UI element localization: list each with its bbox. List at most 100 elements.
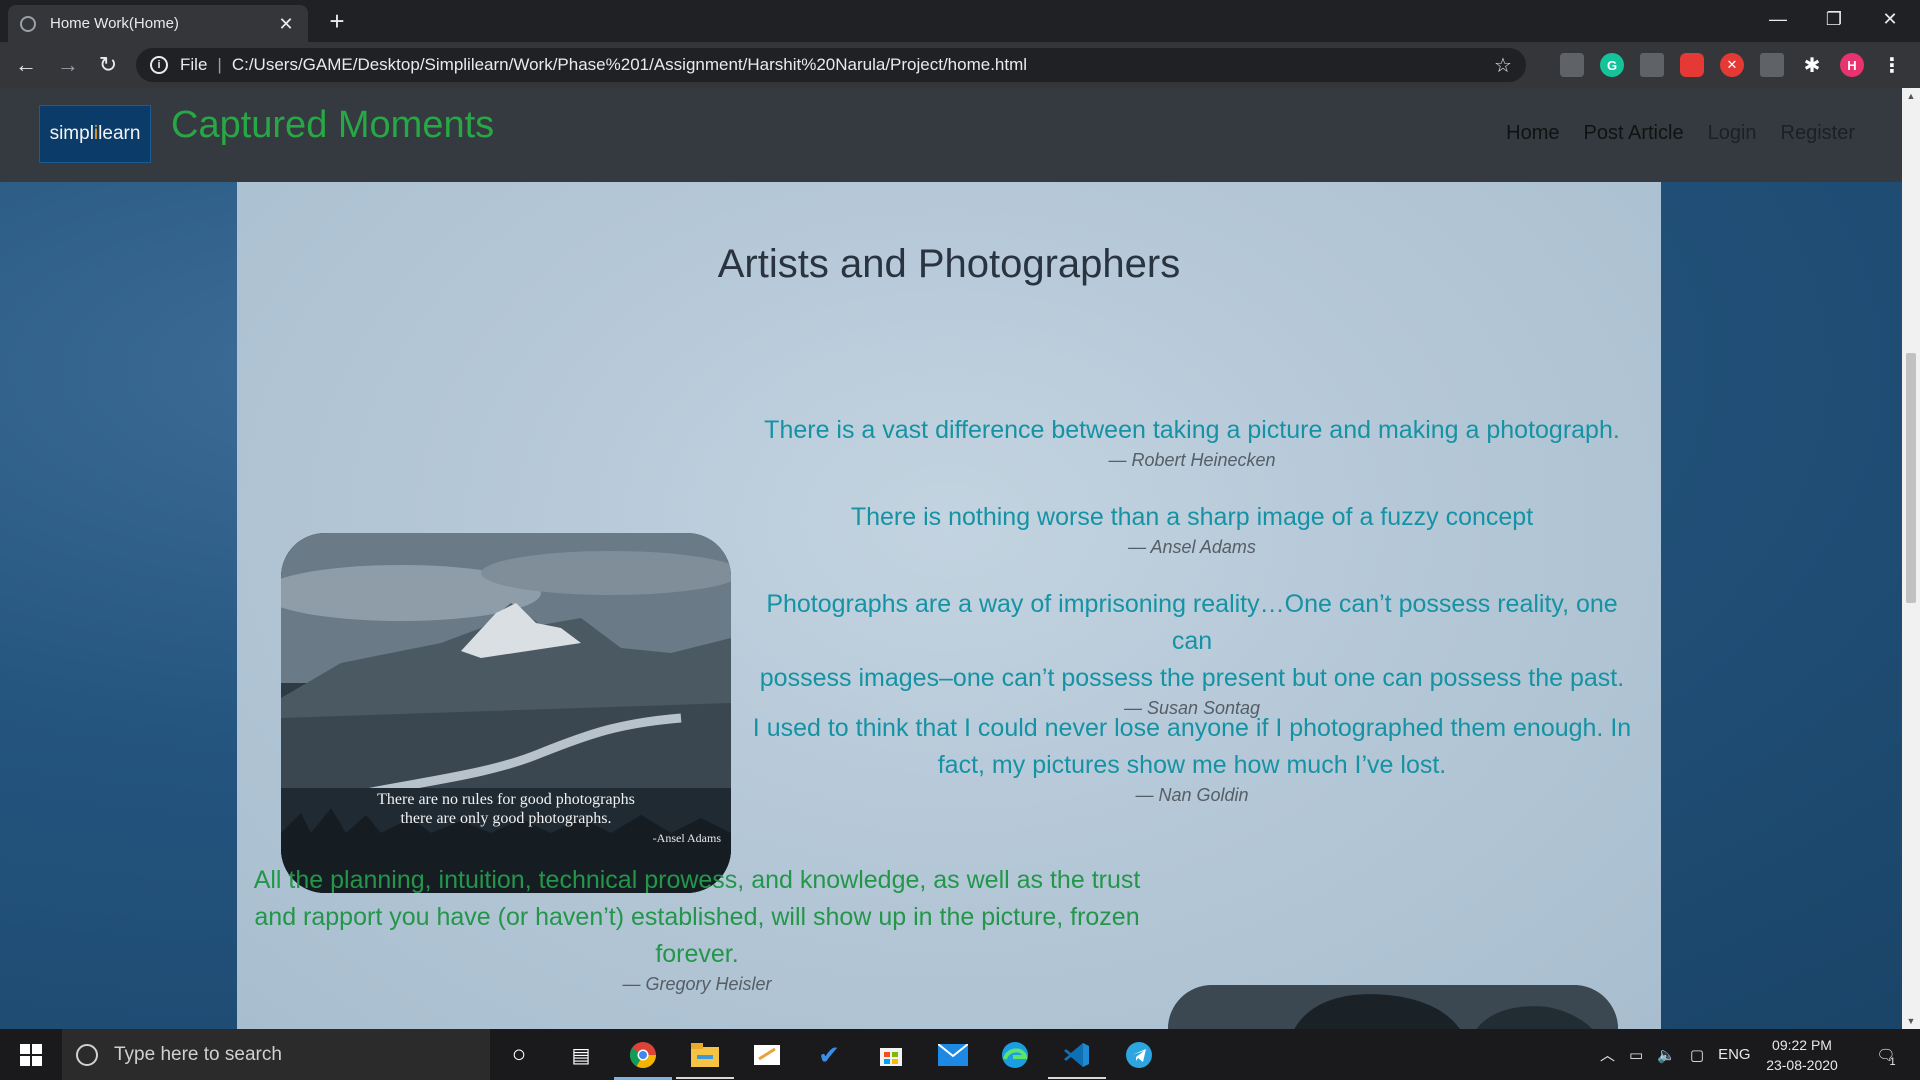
quote-text-line-1: I used to think that I could never lose … xyxy=(752,714,1632,742)
portrait-photo xyxy=(1168,985,1618,1029)
quote-text-line-2: fact, my pictures show me how much I’ve … xyxy=(937,751,1447,779)
clock-date: 23-08-2020 xyxy=(1766,1057,1838,1073)
site-brand-name[interactable]: Captured Moments xyxy=(171,104,494,147)
globe-icon xyxy=(20,15,36,32)
minimize-button[interactable]: — xyxy=(1750,0,1806,38)
reload-icon: ↻ xyxy=(98,52,118,77)
taskbar-clock[interactable]: 09:22 PM 23-08-2020 xyxy=(1760,1035,1844,1075)
quote-text-line-1: All the planning, intuition, technical p… xyxy=(253,866,1141,894)
battery-icon[interactable]: ▭ xyxy=(1629,1046,1643,1064)
simplilearn-logo[interactable]: simpl i learn xyxy=(39,105,151,163)
content-panel: Artists and Photographers There are no r… xyxy=(237,182,1661,1029)
explorer-running-indicator xyxy=(676,1077,734,1079)
scroll-down-arrow[interactable]: ▼ xyxy=(1902,1013,1920,1029)
adblock-extension-icon[interactable] xyxy=(1680,53,1704,77)
photo-quote-line-2: there are only good photographs. xyxy=(400,810,612,827)
quote-text-line-1: Photographs are a way of imprisoning rea… xyxy=(766,590,1618,655)
quote-adams: There is nothing worse than a sharp imag… xyxy=(747,499,1637,558)
taskbar-search[interactable]: Type here to search xyxy=(62,1029,490,1080)
store-icon[interactable] xyxy=(875,1039,907,1071)
quote-goldin: I used to think that I could never lose … xyxy=(747,710,1637,806)
browser-toolbar: ← → ↻ i File | C:/Users/GAME/Desktop/Sim… xyxy=(0,42,1920,88)
grammarly-extension-icon[interactable]: G xyxy=(1600,53,1624,77)
notification-center[interactable]: 🗨 1 xyxy=(1866,1029,1906,1080)
cube-extension-icon[interactable] xyxy=(1640,53,1664,77)
close-window-button[interactable]: ✕ xyxy=(1862,0,1918,38)
nav-register[interactable]: Register xyxy=(1781,122,1855,145)
quote-text: There is a vast difference between takin… xyxy=(764,416,1620,444)
chrome-icon[interactable] xyxy=(627,1039,659,1071)
forward-button[interactable]: → xyxy=(52,49,84,81)
quote-heinecken: There is a vast difference between takin… xyxy=(747,412,1637,471)
quote-text-line-2: and rapport you have (or haven’t) establ… xyxy=(254,903,1140,931)
vscode-running-indicator xyxy=(1048,1077,1106,1079)
cortana-icon[interactable]: ○ xyxy=(503,1039,535,1071)
restore-button[interactable]: ❐ xyxy=(1806,0,1862,38)
profile-avatar[interactable]: H xyxy=(1840,53,1864,77)
quote-text-line-2: possess images–one can’t possess the pre… xyxy=(759,664,1625,692)
back-button[interactable]: ← xyxy=(10,49,42,81)
nav-login[interactable]: Login xyxy=(1708,122,1757,145)
reload-button[interactable]: ↻ xyxy=(92,49,124,81)
logo-text-c: learn xyxy=(98,123,141,144)
volume-icon[interactable]: 🔈 xyxy=(1657,1046,1676,1064)
nav-post-article[interactable]: Post Article xyxy=(1584,122,1684,145)
clock-time: 09:22 PM xyxy=(1772,1037,1832,1053)
file-explorer-icon[interactable] xyxy=(689,1039,721,1071)
error-extension-icon[interactable]: ✕ xyxy=(1720,53,1744,77)
start-button[interactable] xyxy=(10,1041,52,1069)
telegram-icon[interactable] xyxy=(1123,1039,1155,1071)
tab-close-button[interactable]: ✕ xyxy=(276,14,296,34)
windows-logo-icon xyxy=(20,1044,42,1066)
windows-taskbar: Type here to search ○ ▤ ✔ ︿ ▭ 🔈 ▢ ENG 09… xyxy=(0,1029,1920,1080)
todo-check-icon[interactable]: ✔ xyxy=(813,1039,845,1071)
quote-cite: — Ansel Adams xyxy=(1128,537,1256,557)
task-view-icon[interactable]: ▤ xyxy=(565,1039,597,1071)
edge-icon[interactable] xyxy=(999,1039,1031,1071)
scroll-up-arrow[interactable]: ▲ xyxy=(1902,88,1920,104)
arrow-left-icon: ← xyxy=(15,52,37,77)
url-text[interactable]: C:/Users/GAME/Desktop/Simplilearn/Work/P… xyxy=(232,55,1488,75)
quote-text-line-3: forever. xyxy=(655,940,739,968)
search-placeholder: Type here to search xyxy=(114,1043,282,1065)
mail-icon[interactable] xyxy=(937,1039,969,1071)
app-extension-icon[interactable] xyxy=(1760,53,1784,77)
search-icon xyxy=(76,1043,98,1066)
shield-extension-icon[interactable] xyxy=(1560,53,1584,77)
quote-heisler: All the planning, intuition, technical p… xyxy=(252,862,1142,995)
system-tray: ︿ ▭ 🔈 ▢ ENG xyxy=(1600,1029,1751,1080)
puzzle-extensions-icon[interactable]: ✱ xyxy=(1800,53,1824,77)
logo-text-a: simpl xyxy=(49,123,94,144)
quote-cite: — Robert Heinecken xyxy=(1108,450,1276,470)
nav-home[interactable]: Home xyxy=(1506,122,1559,145)
browser-tabbar: Home Work(Home) ✕ + — ❐ ✕ xyxy=(0,0,1920,42)
site-navbar: simpl i learn Captured Moments Home Post A… xyxy=(0,88,1902,182)
landscape-photo: There are no rules for good photographs … xyxy=(281,533,731,893)
nav-links: Home Post Article Login Register xyxy=(1506,122,1855,145)
photo-quote-line-1: There are no rules for good photographs xyxy=(377,791,635,808)
address-bar[interactable]: i File | C:/Users/GAME/Desktop/Simplilea… xyxy=(136,48,1526,82)
info-icon[interactable]: i xyxy=(150,56,168,74)
whiteboard-icon[interactable] xyxy=(751,1039,783,1071)
tab-title: Home Work(Home) xyxy=(50,15,179,32)
page-scrollbar[interactable]: ▲ ▼ xyxy=(1902,88,1920,1029)
portrait-image xyxy=(1168,985,1618,1029)
vscode-icon[interactable] xyxy=(1061,1039,1093,1071)
quote-sontag: Photographs are a way of imprisoning rea… xyxy=(747,586,1637,719)
tray-overflow-icon[interactable]: ︿ xyxy=(1600,1044,1615,1065)
scrollbar-thumb[interactable] xyxy=(1906,353,1916,603)
quote-text: There is nothing worse than a sharp imag… xyxy=(850,503,1534,531)
notification-count: 1 xyxy=(1889,1055,1896,1068)
language-indicator[interactable]: ENG xyxy=(1718,1046,1751,1063)
kebab-menu-icon[interactable]: ⋮ xyxy=(1880,53,1904,77)
network-icon[interactable]: ▢ xyxy=(1690,1046,1704,1064)
url-scheme: File xyxy=(180,55,208,74)
quote-cite: — Gregory Heisler xyxy=(622,974,772,994)
browser-tab[interactable]: Home Work(Home) ✕ xyxy=(8,5,308,42)
bookmark-star-icon[interactable]: ☆ xyxy=(1488,53,1518,78)
arrow-right-icon: → xyxy=(57,52,79,77)
photo-quote-author: -Ansel Adams xyxy=(652,831,721,845)
quote-cite: — Nan Goldin xyxy=(1135,785,1249,805)
new-tab-button[interactable]: + xyxy=(322,6,352,36)
page-viewport: simpl i learn Captured Moments Home Post A… xyxy=(0,88,1902,1029)
